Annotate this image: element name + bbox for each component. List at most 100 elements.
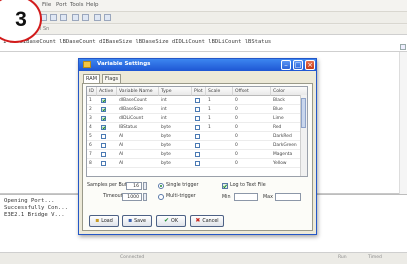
ok-button[interactable]: ✔ OK: [156, 215, 186, 227]
graph-icon[interactable]: [104, 14, 111, 21]
grid-cell[interactable]: byte: [159, 123, 192, 132]
grid-cell[interactable]: AI: [117, 132, 159, 141]
grid-cell[interactable]: [97, 159, 117, 168]
grid-cell[interactable]: 6: [87, 141, 97, 150]
grid-cell[interactable]: [206, 132, 233, 141]
grid-cell[interactable]: [192, 132, 206, 141]
active-checkbox[interactable]: [101, 143, 106, 148]
grid-cell[interactable]: 0: [233, 123, 271, 132]
active-checkbox[interactable]: [101, 116, 106, 121]
grid-cell[interactable]: 1: [206, 96, 233, 105]
samples-spinner-icon[interactable]: [143, 182, 147, 190]
column-header[interactable]: Offset: [233, 87, 271, 96]
grid-cell[interactable]: [192, 96, 206, 105]
grid-cell[interactable]: [192, 114, 206, 123]
table-row[interactable]: 5AIbyte0DarkRed▾: [87, 132, 303, 141]
grid-cell[interactable]: [97, 105, 117, 114]
menu-help[interactable]: Help: [86, 2, 99, 8]
grid-cell[interactable]: [97, 114, 117, 123]
column-header[interactable]: Variable Name: [117, 87, 159, 96]
table-row[interactable]: 1dIBaseCountint10Black▾: [87, 96, 303, 105]
grid-cell[interactable]: 2: [87, 105, 97, 114]
grid-cell[interactable]: [192, 159, 206, 168]
minimize-icon[interactable]: –: [281, 60, 291, 70]
grid-cell[interactable]: lBStatus: [117, 123, 159, 132]
grid-cell[interactable]: [97, 132, 117, 141]
connect-icon[interactable]: [72, 14, 79, 21]
active-checkbox[interactable]: [101, 161, 106, 166]
settings-icon[interactable]: [94, 14, 101, 21]
save-icon[interactable]: [60, 14, 67, 21]
plot-checkbox[interactable]: [195, 152, 200, 157]
grid-cell[interactable]: 0: [233, 105, 271, 114]
grid-cell[interactable]: 8: [87, 159, 97, 168]
grid-cell[interactable]: [206, 159, 233, 168]
tab-ram[interactable]: RAM: [83, 74, 101, 83]
grid-cell[interactable]: [192, 105, 206, 114]
grid-cell[interactable]: byte: [159, 132, 192, 141]
multi-trigger-radio[interactable]: [158, 194, 164, 200]
table-row[interactable]: 6AIbyte0DarkGreen▾: [87, 141, 303, 150]
column-header[interactable]: Type: [159, 87, 192, 96]
maximize-icon[interactable]: □: [293, 60, 303, 70]
min-input[interactable]: [234, 193, 258, 201]
active-checkbox[interactable]: [101, 107, 106, 112]
table-row[interactable]: 8AIbyte0Yellow▾: [87, 159, 303, 168]
grid-cell[interactable]: 1: [206, 123, 233, 132]
grid-cell[interactable]: dIBaseSize: [117, 105, 159, 114]
plot-checkbox[interactable]: [195, 107, 200, 112]
plot-checkbox[interactable]: [195, 116, 200, 121]
grid-cell[interactable]: 5: [87, 132, 97, 141]
cancel-button[interactable]: ✖ Cancel: [190, 215, 224, 227]
table-row[interactable]: 7AIbyte0Magenta▾: [87, 150, 303, 159]
grid-cell[interactable]: int: [159, 114, 192, 123]
grid-cell[interactable]: 0: [233, 132, 271, 141]
grid-cell[interactable]: 7: [87, 150, 97, 159]
grid-cell[interactable]: 0: [233, 96, 271, 105]
grid-cell[interactable]: [97, 96, 117, 105]
menu-file[interactable]: File: [42, 2, 51, 8]
grid-cell[interactable]: 1: [206, 114, 233, 123]
column-header[interactable]: Active: [97, 87, 117, 96]
plot-checkbox[interactable]: [195, 98, 200, 103]
plot-checkbox[interactable]: [195, 125, 200, 130]
grid-cell[interactable]: 1: [87, 96, 97, 105]
grid-cell[interactable]: 1: [206, 105, 233, 114]
menu-tools[interactable]: Tools: [70, 2, 84, 8]
grid-cell[interactable]: int: [159, 96, 192, 105]
grid-cell[interactable]: dIDLiCount: [117, 114, 159, 123]
log-file-checkbox[interactable]: [222, 183, 228, 189]
grid-cell[interactable]: AI: [117, 141, 159, 150]
grid-cell[interactable]: [206, 150, 233, 159]
grid-cell[interactable]: 0: [233, 150, 271, 159]
max-input[interactable]: [275, 193, 301, 201]
disconnect-icon[interactable]: [82, 14, 89, 21]
active-checkbox[interactable]: [101, 125, 106, 130]
table-row[interactable]: 4lBStatusbyte10Red▾: [87, 123, 303, 132]
grid-cell[interactable]: 0: [233, 159, 271, 168]
grid-cell[interactable]: [97, 141, 117, 150]
active-checkbox[interactable]: [101, 134, 106, 139]
grid-cell[interactable]: 0: [233, 141, 271, 150]
grid-cell[interactable]: 4: [87, 123, 97, 132]
grid-cell[interactable]: [97, 123, 117, 132]
column-header[interactable]: Plot: [192, 87, 206, 96]
close-icon[interactable]: ×: [305, 60, 315, 70]
data-scrollbar[interactable]: [399, 52, 407, 194]
load-button[interactable]: ▪ Load: [89, 215, 119, 227]
table-row[interactable]: 3dIDLiCountint10Lime▾: [87, 114, 303, 123]
grid-cell[interactable]: [192, 123, 206, 132]
grid-cell[interactable]: [206, 141, 233, 150]
timeout-input[interactable]: 1000: [122, 193, 142, 201]
column-header[interactable]: ID: [87, 87, 97, 96]
open-icon[interactable]: [50, 14, 57, 21]
plot-checkbox[interactable]: [195, 134, 200, 139]
grid-cell[interactable]: AI: [117, 159, 159, 168]
grid-cell[interactable]: byte: [159, 159, 192, 168]
column-header[interactable]: Scale: [206, 87, 233, 96]
grid-cell[interactable]: 0: [233, 114, 271, 123]
menu-port[interactable]: Port: [56, 2, 67, 8]
grid-cell[interactable]: dIBaseCount: [117, 96, 159, 105]
timeout-spinner-icon[interactable]: [143, 193, 147, 201]
single-trigger-radio[interactable]: [158, 183, 164, 189]
